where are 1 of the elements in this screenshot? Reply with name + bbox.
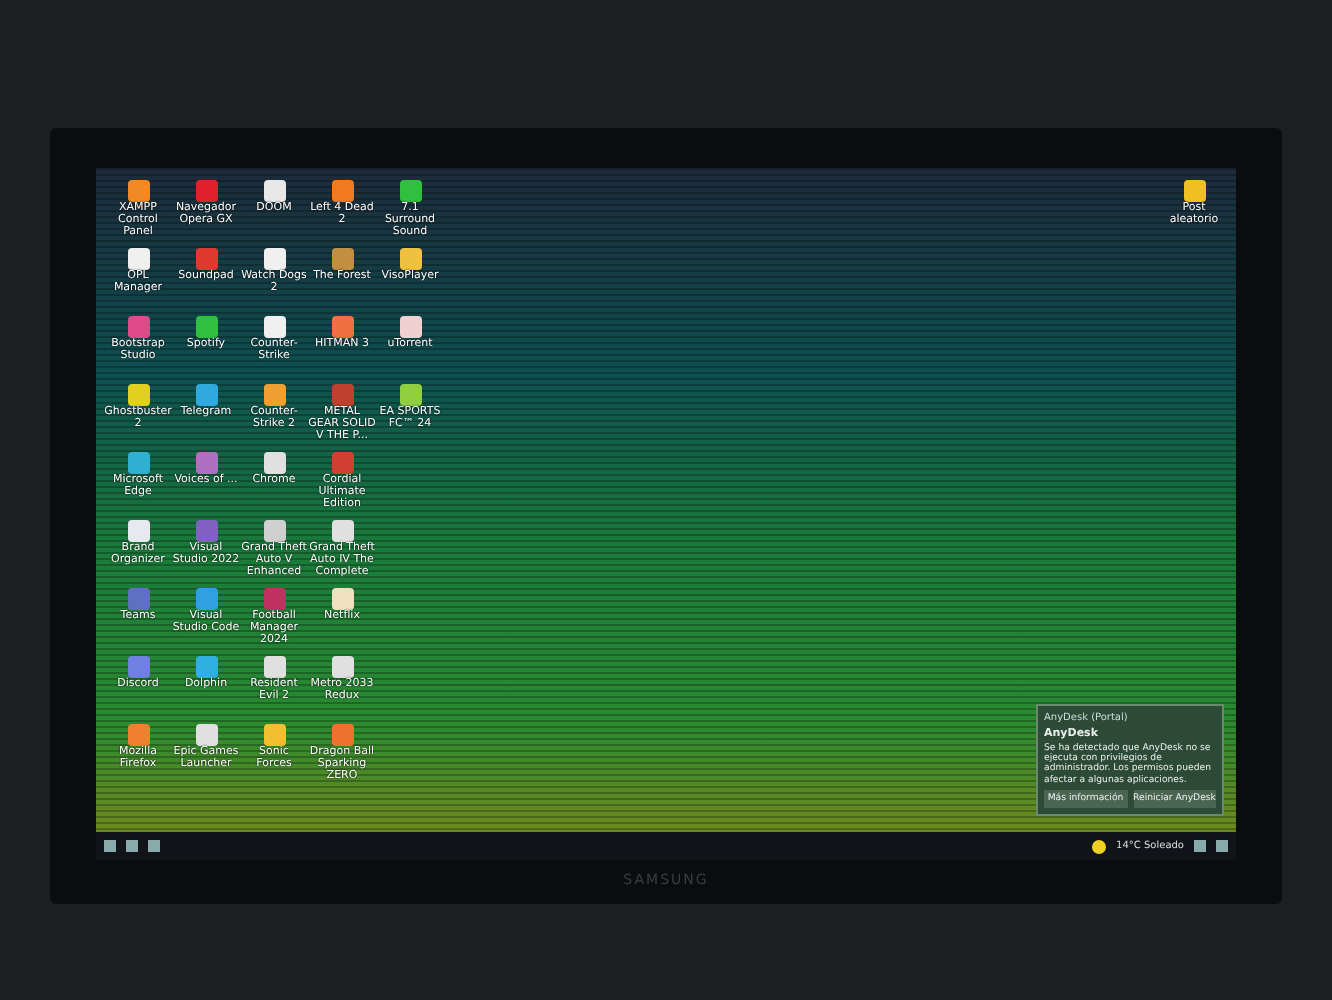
sun-icon[interactable] <box>1092 839 1107 853</box>
